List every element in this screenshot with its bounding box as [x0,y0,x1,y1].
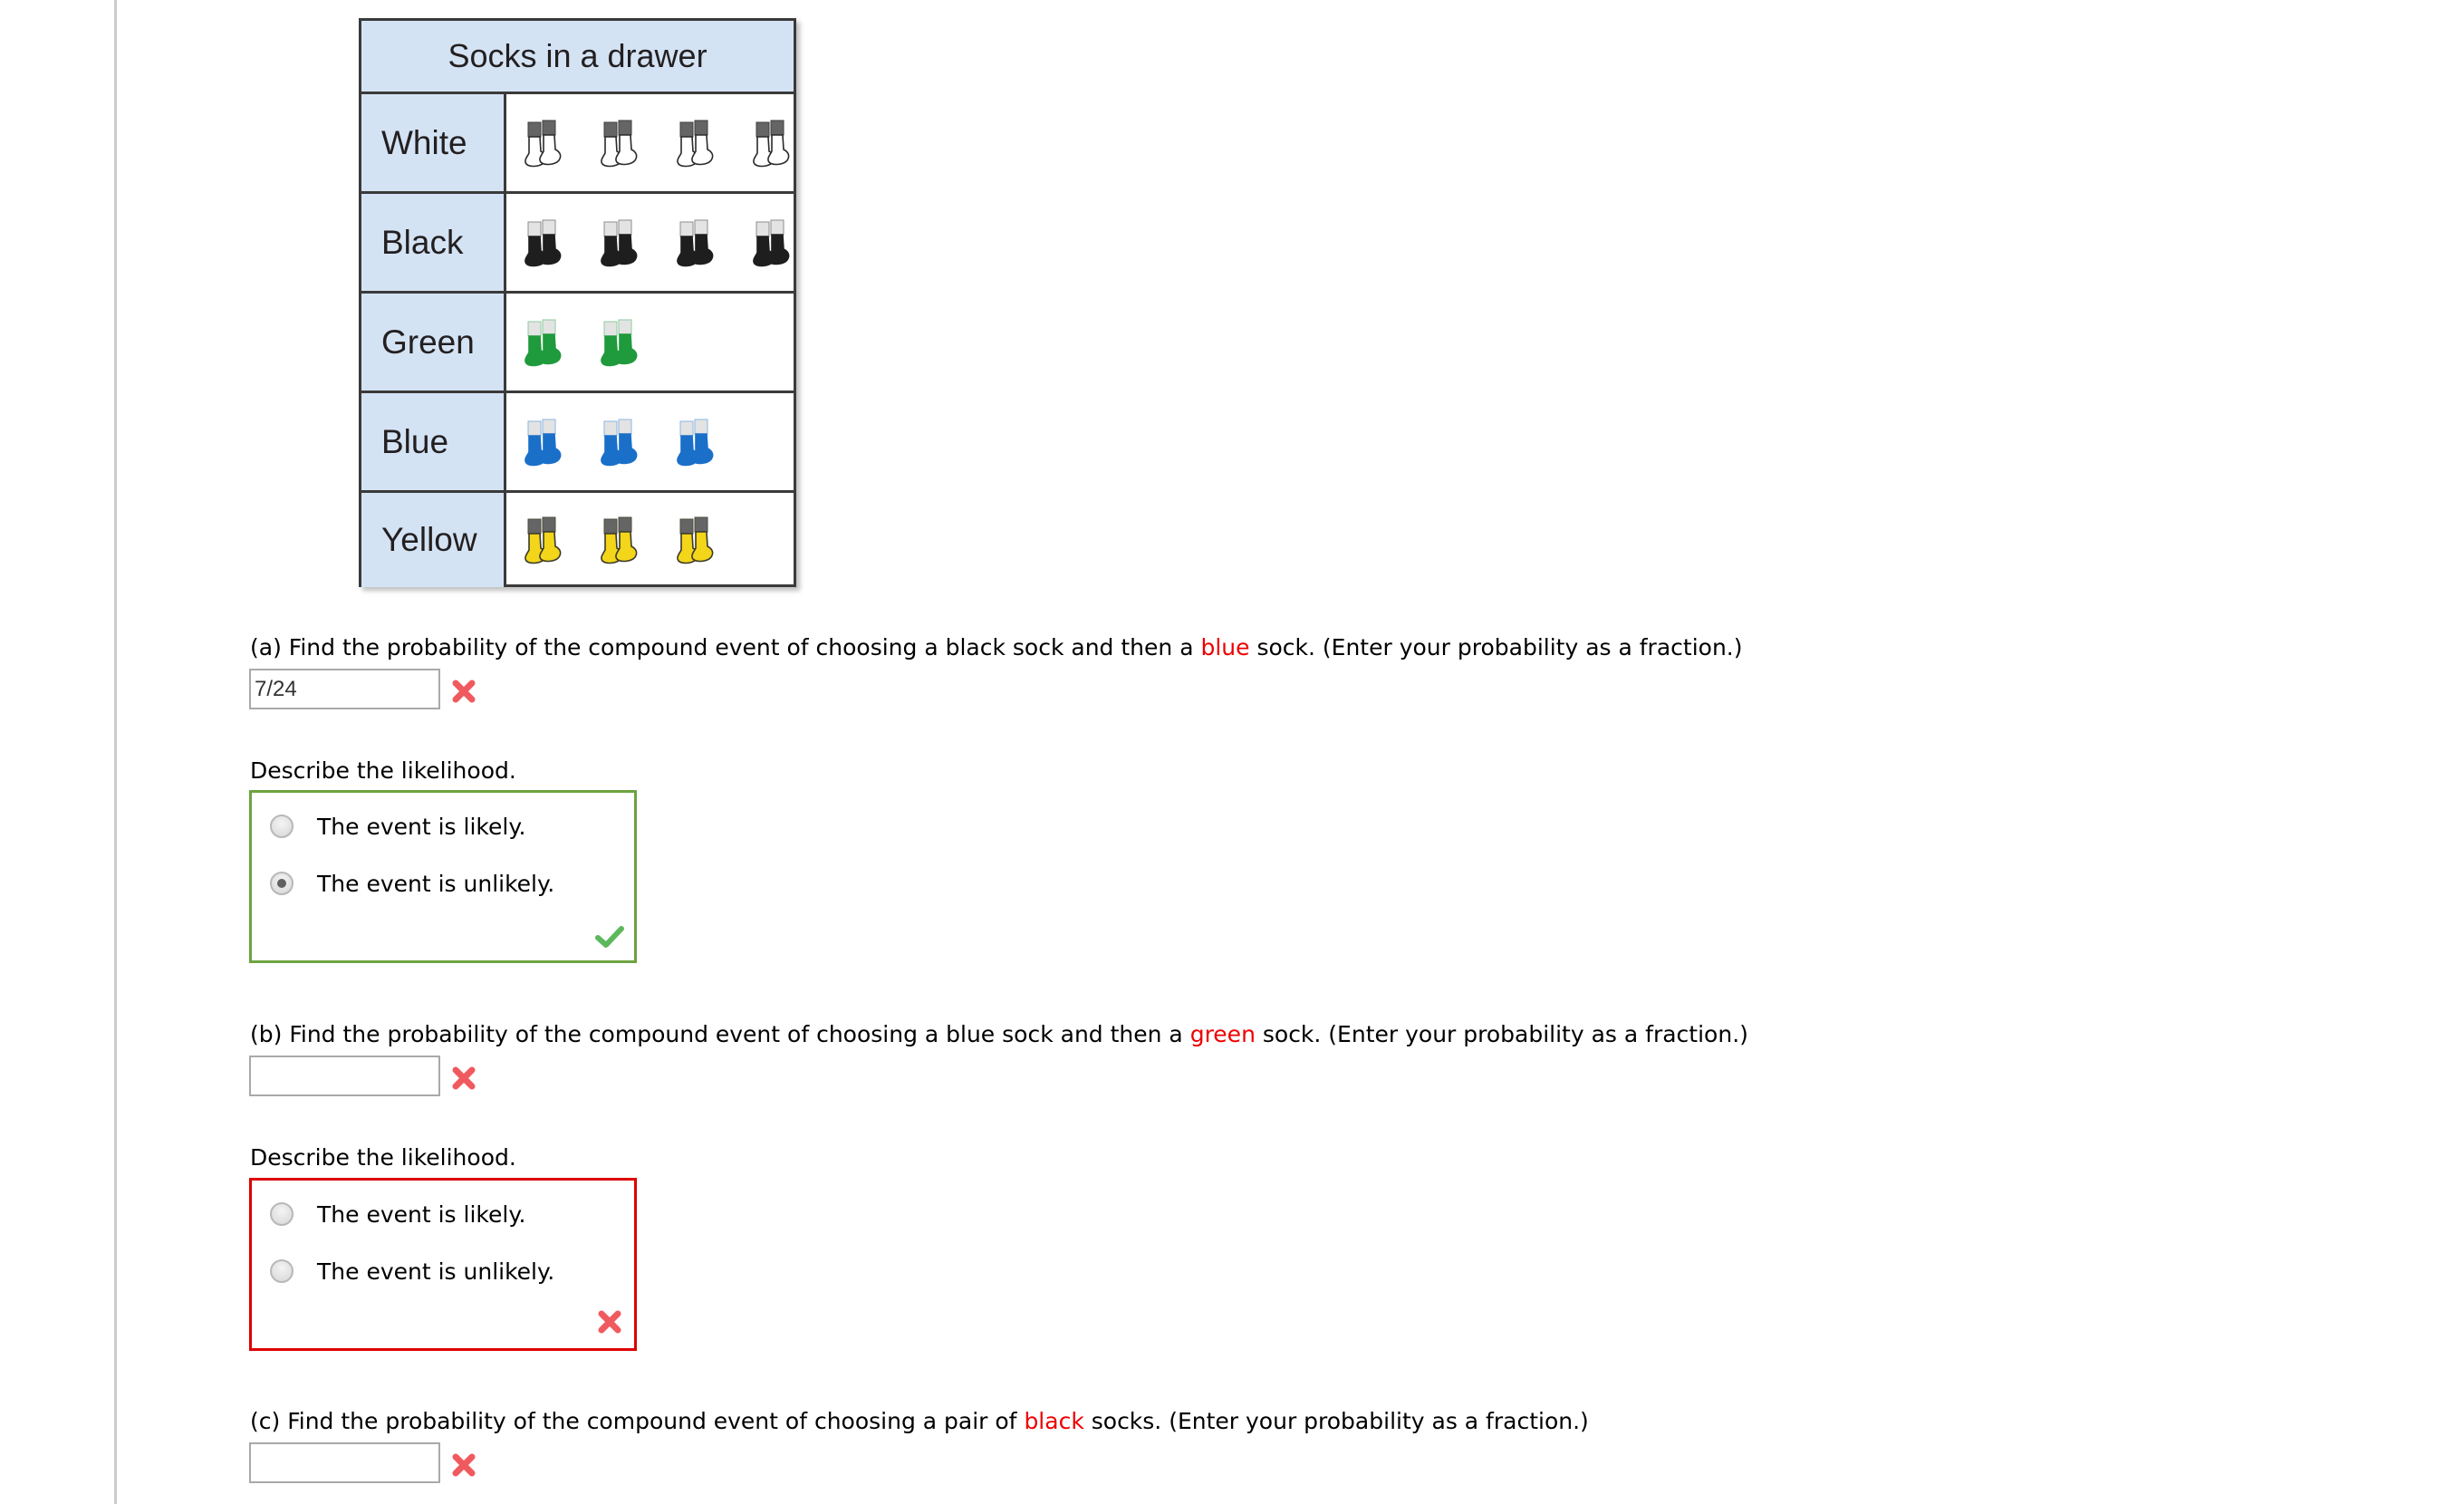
sock-pair-icon [525,219,562,266]
sock-pair-icon [677,219,714,266]
sock-pair-icon [753,219,790,266]
x-mark-icon [598,1310,621,1334]
option-label: The event is likely. [317,813,526,840]
question-a-highlight: blue [1200,634,1250,660]
likelihood-a-option-unlikely[interactable]: The event is unlikely. [270,865,554,901]
sock-pair-icon [677,120,714,167]
sock-pair-icon [525,319,562,366]
pictograph-row-black: Black [361,194,794,294]
likelihood-a-label: Describe the likelihood. [250,757,516,784]
row-label: White [361,94,506,191]
row-label: Green [361,294,506,390]
likelihood-b-option-unlikely[interactable]: The event is unlikely. [270,1253,554,1289]
likelihood-b-label: Describe the likelihood. [250,1144,516,1171]
pictograph-table: Socks in a drawer White Black Green Blue… [359,18,796,587]
sock-icons [506,94,794,191]
sock-pair-icon [601,516,638,564]
sock-icons [506,493,794,587]
row-label: Blue [361,393,506,490]
x-mark-icon [452,680,476,703]
question-c-suffix: socks. (Enter your probability as a frac… [1083,1408,1589,1434]
question-b-text: (b) Find the probability of the compound… [250,1021,1748,1048]
question-c-highlight: black [1024,1408,1084,1434]
likelihood-a-option-likely[interactable]: The event is likely. [270,808,526,844]
pictograph-row-white: White [361,94,794,194]
x-mark-icon [452,1066,476,1090]
sock-pair-icon [677,419,714,466]
sock-pair-icon [601,419,638,466]
x-mark-icon [452,1453,476,1477]
sock-pair-icon [525,120,562,167]
question-b-highlight: green [1189,1021,1256,1047]
question-a-prefix: (a) Find the probability of the compound… [250,634,1201,660]
sock-pair-icon [601,219,638,266]
radio-likely-b[interactable] [270,1202,294,1226]
sock-icons [506,294,794,390]
question-c-prefix: (c) Find the probability of the compound… [250,1408,1025,1434]
question-a-suffix: sock. (Enter your probability as a fract… [1249,634,1743,660]
pictograph-row-yellow: Yellow [361,493,794,587]
question-c-text: (c) Find the probability of the compound… [250,1408,1589,1435]
radio-unlikely-b[interactable] [270,1259,294,1283]
sock-pair-icon [601,319,638,366]
option-label: The event is unlikely. [317,870,555,897]
pictograph-title: Socks in a drawer [361,21,794,94]
sock-pair-icon [601,120,638,167]
radio-unlikely-a[interactable] [270,872,294,895]
radio-likely-a[interactable] [270,815,294,838]
pictograph-row-blue: Blue [361,393,794,493]
sock-icons [506,393,794,490]
answer-c-input[interactable] [249,1442,440,1483]
answer-b-input[interactable] [249,1056,440,1096]
answer-a-input[interactable] [249,669,440,709]
sock-pair-icon [677,516,714,564]
left-page-rule [114,0,117,1504]
likelihood-a-group: The event is likely. The event is unlike… [249,790,637,963]
row-label: Yellow [361,493,506,587]
check-mark-icon [595,926,624,948]
question-a-text: (a) Find the probability of the compound… [250,634,1743,661]
question-b-suffix: sock. (Enter your probability as a fract… [1255,1021,1748,1047]
sock-icons [506,194,794,291]
question-b-prefix: (b) Find the probability of the compound… [250,1021,1190,1047]
pictograph-row-green: Green [361,294,794,393]
option-label: The event is unlikely. [317,1258,555,1285]
row-label: Black [361,194,506,291]
likelihood-b-option-likely[interactable]: The event is likely. [270,1196,526,1232]
sock-pair-icon [525,419,562,466]
sock-pair-icon [753,120,790,167]
likelihood-b-group: The event is likely. The event is unlike… [249,1178,637,1351]
sock-pair-icon [525,516,562,564]
option-label: The event is likely. [317,1200,526,1228]
